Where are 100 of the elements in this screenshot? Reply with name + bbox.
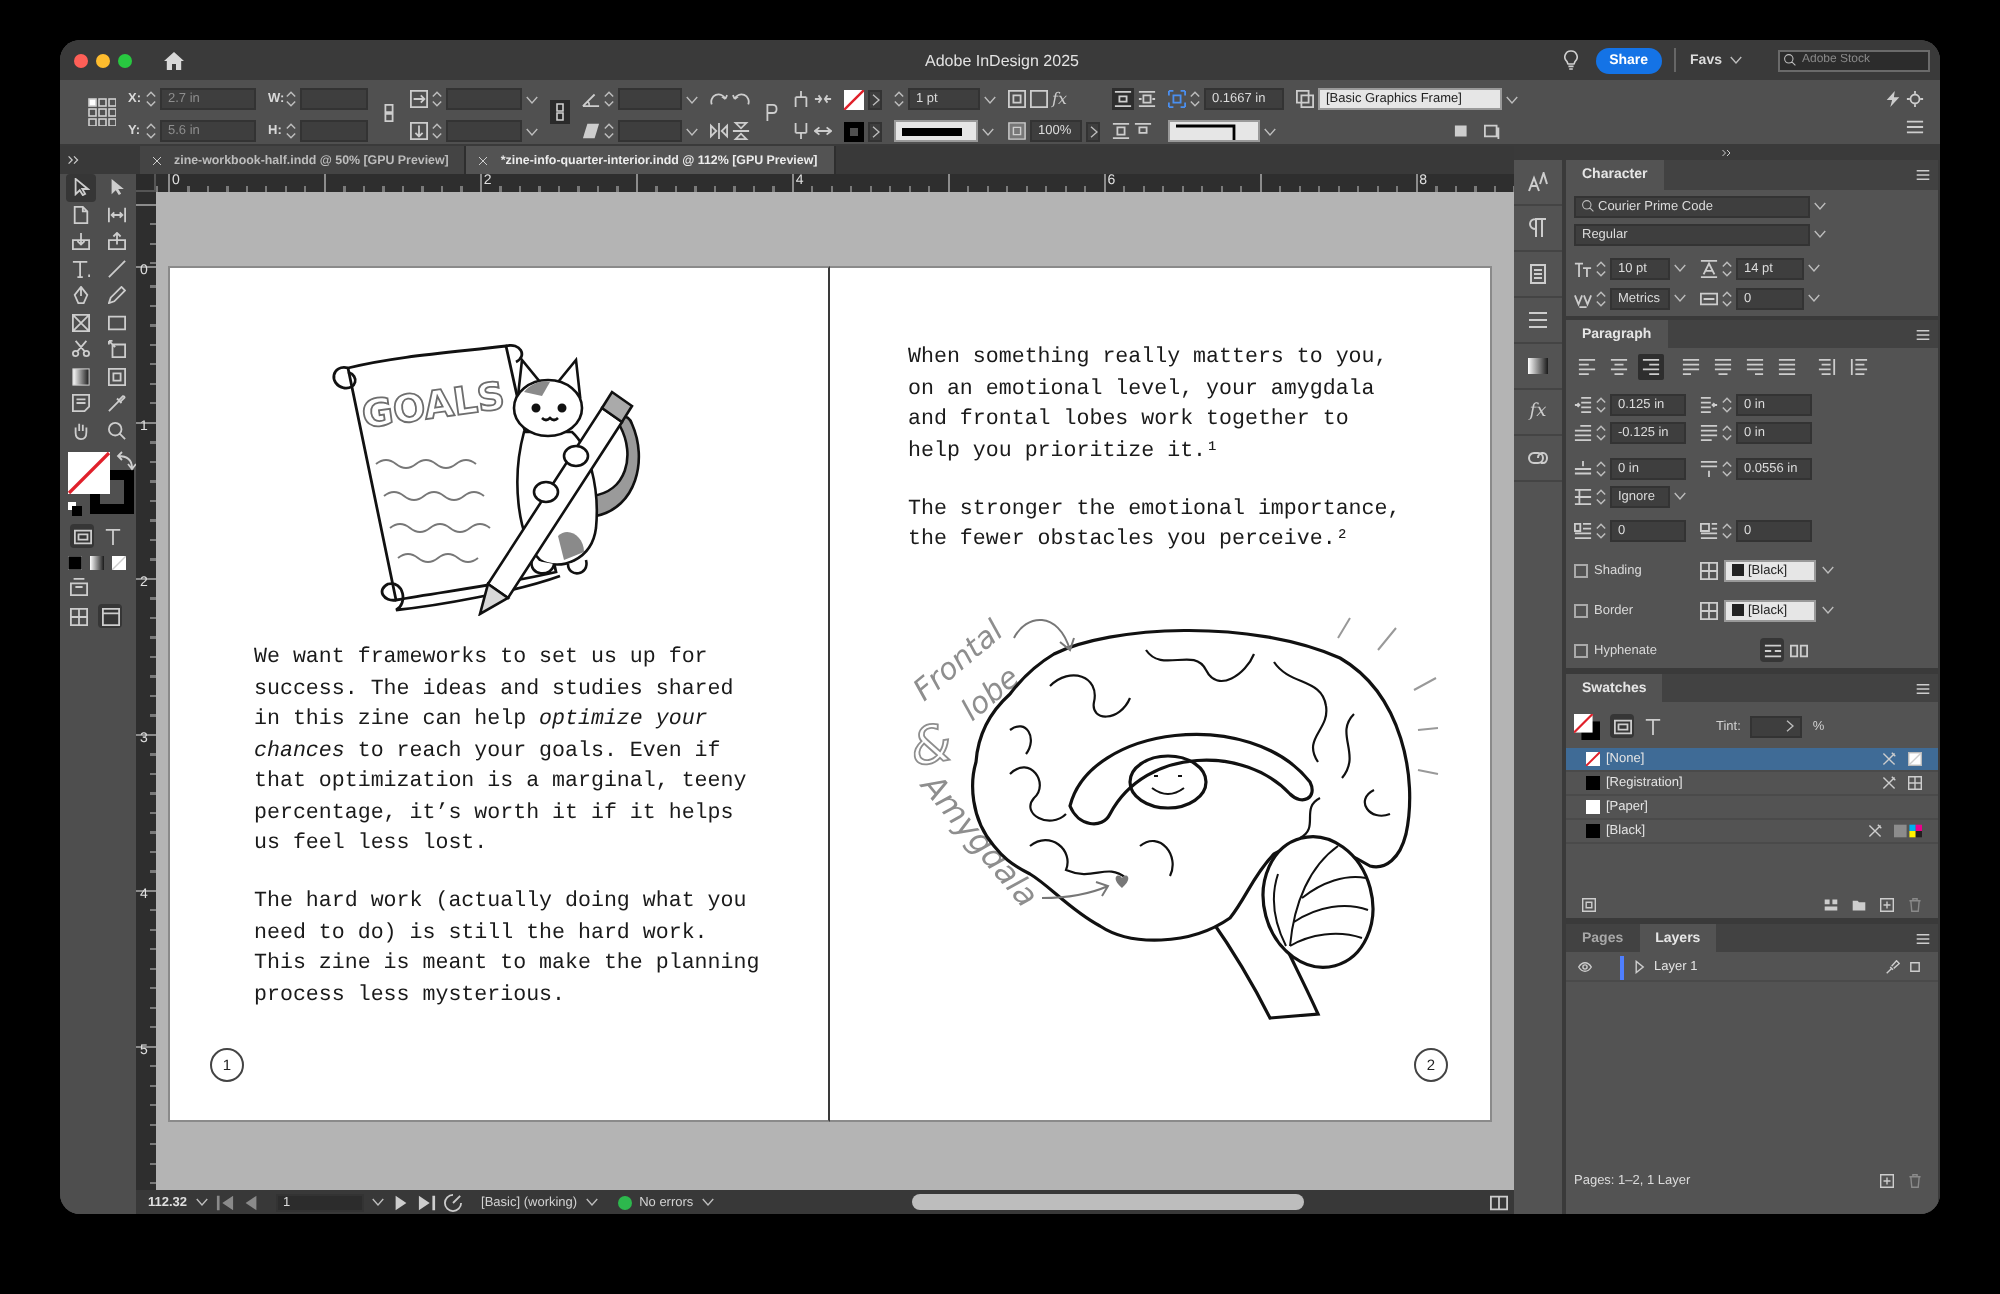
chain-link-icon[interactable]: [1528, 448, 1548, 468]
chevron-down-icon[interactable]: [686, 127, 698, 135]
lightning-icon[interactable]: [1884, 90, 1902, 108]
space-before-icon[interactable]: [1574, 459, 1592, 477]
chevron-right-icon[interactable]: [1089, 125, 1097, 137]
tool-button[interactable]: [102, 228, 132, 255]
panel-menu-icon[interactable]: [1916, 681, 1930, 695]
tracking-icon[interactable]: [1700, 289, 1718, 307]
chevron-down-icon[interactable]: [195, 1198, 208, 1206]
new-swatch-icon[interactable]: [1880, 897, 1894, 911]
chevron-down-icon[interactable]: [686, 95, 698, 103]
angle-icon[interactable]: [582, 90, 600, 108]
effects-panel-button[interactable]: fx: [1529, 403, 1547, 421]
last-line-indent-icon[interactable]: [1700, 423, 1718, 441]
stroke-menu-button[interactable]: [868, 121, 882, 141]
fill-none-icon[interactable]: [844, 89, 864, 109]
chevron-right-icon[interactable]: [871, 125, 879, 137]
tool-button[interactable]: [66, 390, 96, 417]
text-formatting-icon[interactable]: [104, 527, 122, 545]
stepper-icon[interactable]: [1722, 459, 1732, 477]
select-previous-icon[interactable]: [814, 122, 832, 140]
eye-icon[interactable]: [1578, 960, 1592, 974]
scale-field[interactable]: [446, 120, 522, 142]
alignment-button[interactable]: [1814, 354, 1840, 380]
fill-stroke-swatch-icon[interactable]: [1574, 713, 1600, 739]
stepper-icon[interactable]: [146, 122, 156, 140]
clear-overrides-icon[interactable]: [1454, 122, 1472, 140]
chevron-down-icon[interactable]: [1822, 566, 1834, 574]
stepper-icon[interactable]: [1722, 423, 1732, 441]
stepper-icon[interactable]: [1722, 521, 1732, 539]
view-mode-icon[interactable]: [70, 578, 88, 596]
collapse-icon[interactable]: [68, 154, 80, 166]
tool-button[interactable]: [102, 282, 132, 309]
wrap-next-column-icon[interactable]: [1134, 122, 1152, 140]
chevron-down-icon[interactable]: [371, 1198, 384, 1206]
select-next-icon[interactable]: [814, 90, 832, 108]
home-icon[interactable]: [164, 51, 184, 69]
stepper-icon[interactable]: [1722, 259, 1732, 277]
alignment-button[interactable]: [1678, 354, 1704, 380]
apply-gradient-icon[interactable]: [90, 556, 104, 570]
alignment-button[interactable]: [1574, 354, 1600, 380]
align-to-grid-icon[interactable]: [1574, 487, 1592, 505]
checkbox[interactable]: [1574, 643, 1588, 657]
opacity-menu-button[interactable]: [1086, 121, 1100, 141]
kerning-icon[interactable]: [1574, 289, 1592, 307]
apply-style-icon[interactable]: [1484, 122, 1502, 140]
pen-nib-icon[interactable]: [1886, 960, 1900, 974]
leading-icon[interactable]: [1700, 259, 1718, 277]
chevron-down-icon[interactable]: [585, 1198, 598, 1206]
stepper-icon[interactable]: [1596, 395, 1606, 413]
select-content-icon[interactable]: [792, 122, 810, 140]
stepper-icon[interactable]: [1596, 289, 1606, 307]
close-icon[interactable]: [152, 155, 162, 165]
fill-menu-button[interactable]: [868, 89, 882, 109]
folder-icon[interactable]: [1852, 897, 1866, 911]
wrap-around-icon[interactable]: [1138, 90, 1156, 108]
shear-field[interactable]: [618, 120, 682, 142]
flip-horizontal-icon[interactable]: [710, 122, 728, 140]
preflight-icon[interactable]: [443, 1193, 462, 1211]
composer-icon[interactable]: [1790, 641, 1808, 659]
tool-button[interactable]: [102, 336, 132, 363]
scale-x-icon[interactable]: [410, 90, 428, 108]
first-line-indent-icon[interactable]: [1574, 423, 1592, 441]
alignment-button[interactable]: [1710, 354, 1736, 380]
chain-link-icon[interactable]: [380, 103, 398, 121]
p-marker-icon[interactable]: [762, 103, 780, 121]
collapse-icon[interactable]: [1722, 148, 1732, 158]
new-layer-icon[interactable]: [1880, 1173, 1894, 1187]
chevron-down-icon[interactable]: [982, 127, 994, 135]
stepper-icon[interactable]: [1722, 289, 1732, 307]
gradient-panel-icon[interactable]: [1528, 356, 1548, 376]
font-size-icon[interactable]: [1574, 259, 1592, 277]
stepper-icon[interactable]: [604, 122, 614, 140]
stepper-icon[interactable]: [1596, 423, 1606, 441]
panel-menu-icon[interactable]: [1916, 327, 1930, 341]
alignment-button[interactable]: [1742, 354, 1768, 380]
chevron-down-icon[interactable]: [1674, 492, 1686, 500]
chevron-down-icon[interactable]: [1264, 127, 1276, 135]
pilcrow-icon[interactable]: [1528, 218, 1548, 238]
target-square-icon[interactable]: [1908, 960, 1922, 974]
stepper-icon[interactable]: [146, 90, 156, 108]
tint-field[interactable]: [1750, 715, 1803, 737]
tool-button[interactable]: [66, 336, 96, 363]
stroke-swatch-icon[interactable]: [844, 121, 864, 141]
close-icon[interactable]: [478, 155, 489, 165]
expand-triangle-icon[interactable]: [1632, 960, 1646, 974]
chevron-down-icon[interactable]: [1808, 264, 1820, 272]
swatch-views-icon[interactable]: [1824, 897, 1838, 911]
frame-fit-icon[interactable]: [1008, 90, 1026, 108]
constrain-proportions-icon[interactable]: [550, 100, 570, 124]
window-zoom-icon[interactable]: [118, 53, 132, 67]
stepper-icon[interactable]: [432, 122, 442, 140]
tool-button[interactable]: [66, 309, 96, 336]
menu-icon[interactable]: [1906, 118, 1924, 136]
stepper-icon[interactable]: [286, 90, 296, 108]
grid-view-icon[interactable]: [70, 607, 88, 625]
chevron-down-icon[interactable]: [1822, 606, 1834, 614]
drop-cap-lines-icon[interactable]: [1574, 521, 1592, 539]
stepper-icon[interactable]: [1596, 459, 1606, 477]
shear-icon[interactable]: [582, 122, 600, 140]
